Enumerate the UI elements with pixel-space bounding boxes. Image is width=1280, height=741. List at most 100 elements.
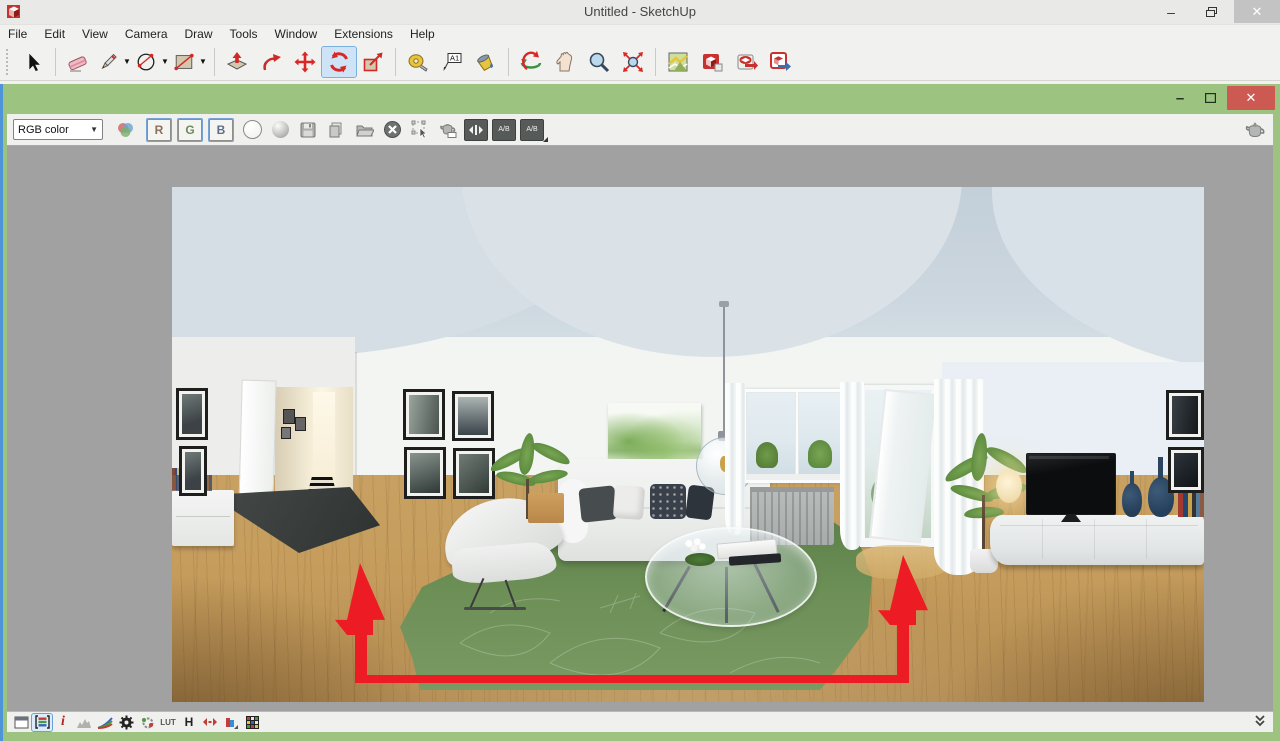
vase-neck <box>1158 457 1163 479</box>
rotate-tool-icon[interactable] <box>322 47 356 77</box>
arc-tool-dropdown-icon[interactable]: ▼ <box>159 47 171 77</box>
viewer-canvas[interactable] <box>7 146 1273 712</box>
menu-edit[interactable]: Edit <box>44 27 65 41</box>
channel-r-button[interactable]: R <box>147 119 171 141</box>
windowsill-plant <box>808 440 832 468</box>
paint-bucket-tool-icon[interactable] <box>469 47 503 77</box>
ab-compare-icon[interactable]: A/B <box>492 119 516 141</box>
open-folder-icon[interactable] <box>352 118 376 142</box>
close-circle-icon[interactable] <box>380 118 404 142</box>
toolbar-grip[interactable] <box>6 49 12 75</box>
window-title: Untitled - SketchUp <box>0 4 1280 19</box>
h-letter-icon[interactable]: H <box>179 714 199 731</box>
channels-icon[interactable] <box>32 714 52 731</box>
menu-file[interactable]: File <box>8 27 27 41</box>
pano-wall-frame <box>1166 390 1204 440</box>
teapot-icon[interactable] <box>1243 118 1267 142</box>
viewer-minimize-button[interactable]: – <box>1165 86 1195 110</box>
line-tool-dropdown-icon[interactable]: ▼ <box>121 47 133 77</box>
render-teapot-icon[interactable] <box>436 118 460 142</box>
toolbar-separator <box>508 48 509 76</box>
menu-view[interactable]: View <box>82 27 108 41</box>
titlebar: Untitled - SketchUp – ✕ <box>0 0 1280 25</box>
menu-help[interactable]: Help <box>410 27 435 41</box>
menu-window[interactable]: Window <box>275 27 318 41</box>
follow-me-tool-icon[interactable] <box>254 47 288 77</box>
gear-color-icon[interactable] <box>137 714 157 731</box>
lut-icon[interactable]: LUT <box>158 714 178 731</box>
push-pull-tool-icon[interactable] <box>220 47 254 77</box>
channel-b-button[interactable]: B <box>209 119 233 141</box>
3d-warehouse-icon[interactable] <box>695 47 729 77</box>
compare-slider-icon[interactable] <box>464 119 488 141</box>
pano-curtain <box>840 382 864 550</box>
pano-wall-corner <box>355 352 357 492</box>
pan-tool-icon[interactable] <box>548 47 582 77</box>
orchid-leaves <box>685 553 715 566</box>
panorama-image[interactable] <box>172 187 1204 702</box>
collapse-chevrons-icon[interactable] <box>1253 714 1267 729</box>
viewer-maximize-button[interactable] <box>1195 86 1225 110</box>
toolbar-separator <box>55 48 56 76</box>
move-tool-icon[interactable] <box>288 47 322 77</box>
console-divider <box>1146 519 1147 559</box>
save-icon[interactable] <box>296 118 320 142</box>
pano-balcony-door <box>860 385 938 547</box>
rectangle-tool-icon[interactable] <box>171 47 197 77</box>
pano-lamp-mount <box>719 301 729 307</box>
histogram-icon[interactable] <box>74 714 94 731</box>
scale-tool-icon[interactable] <box>356 47 390 77</box>
orbit-tool-icon[interactable] <box>514 47 548 77</box>
pixel-grid-icon[interactable] <box>242 714 262 731</box>
menu-tools[interactable]: Tools <box>230 27 258 41</box>
window-icon[interactable] <box>11 714 31 731</box>
pano-wall-frame <box>404 447 446 499</box>
hallway-frame <box>281 427 291 439</box>
pano-curtain <box>725 383 745 535</box>
gear-icon[interactable] <box>116 714 136 731</box>
info-icon[interactable]: i <box>53 714 73 731</box>
viewer-toolbar: RGB color▼ R G B A/B A/B <box>7 114 1273 146</box>
share-model-icon[interactable] <box>729 47 763 77</box>
select-tool-icon[interactable] <box>16 47 50 77</box>
menu-extensions[interactable]: Extensions <box>334 27 393 41</box>
lut-label: LUT <box>160 718 176 727</box>
vase-neck <box>1130 471 1134 485</box>
extension-warehouse-icon[interactable] <box>763 47 797 77</box>
channel-g-label: G <box>185 123 194 137</box>
viewer-statusbar: i LUT H <box>7 711 1273 732</box>
rgb-circles-icon[interactable] <box>113 118 137 142</box>
window-edge <box>0 84 3 741</box>
color-mode-value: RGB color <box>18 124 69 136</box>
zoom-tool-icon[interactable] <box>582 47 616 77</box>
pano-table-lamp <box>996 469 1022 503</box>
sphere-shaded-icon[interactable] <box>268 118 292 142</box>
copy-icon[interactable] <box>324 118 348 142</box>
rectangle-tool-dropdown-icon[interactable]: ▼ <box>197 47 209 77</box>
menu-draw[interactable]: Draw <box>185 27 213 41</box>
geo-location-icon[interactable] <box>661 47 695 77</box>
color-mode-select[interactable]: RGB color▼ <box>13 119 103 140</box>
gradient-curves-icon[interactable] <box>95 714 115 731</box>
windowsill <box>746 474 848 480</box>
menu-camera[interactable]: Camera <box>125 27 168 41</box>
arc-tool-icon[interactable] <box>133 47 159 77</box>
viewer-window: – ✕ RGB color▼ R G B A/B A/B <box>0 84 1280 741</box>
channel-g-button[interactable]: G <box>178 119 202 141</box>
sphere-outline-icon[interactable] <box>240 118 264 142</box>
zoom-extents-tool-icon[interactable] <box>616 47 650 77</box>
color-bars-icon[interactable] <box>221 714 241 731</box>
annotation-connector-line <box>355 675 909 683</box>
pano-pillow-white <box>613 485 645 520</box>
ab-compare-menu-icon[interactable]: A/B <box>520 119 544 141</box>
viewer-close-button[interactable]: ✕ <box>1227 86 1275 110</box>
red-arrows-icon[interactable] <box>200 714 220 731</box>
close-button[interactable]: ✕ <box>1234 0 1280 23</box>
minimize-button[interactable]: – <box>1154 0 1188 23</box>
select-move-icon[interactable] <box>408 118 432 142</box>
restore-button[interactable] <box>1194 0 1228 23</box>
eraser-tool-icon[interactable] <box>61 47 95 77</box>
line-tool-icon[interactable] <box>95 47 121 77</box>
text-tool-icon[interactable]: A1 <box>435 47 469 77</box>
tape-measure-tool-icon[interactable] <box>401 47 435 77</box>
